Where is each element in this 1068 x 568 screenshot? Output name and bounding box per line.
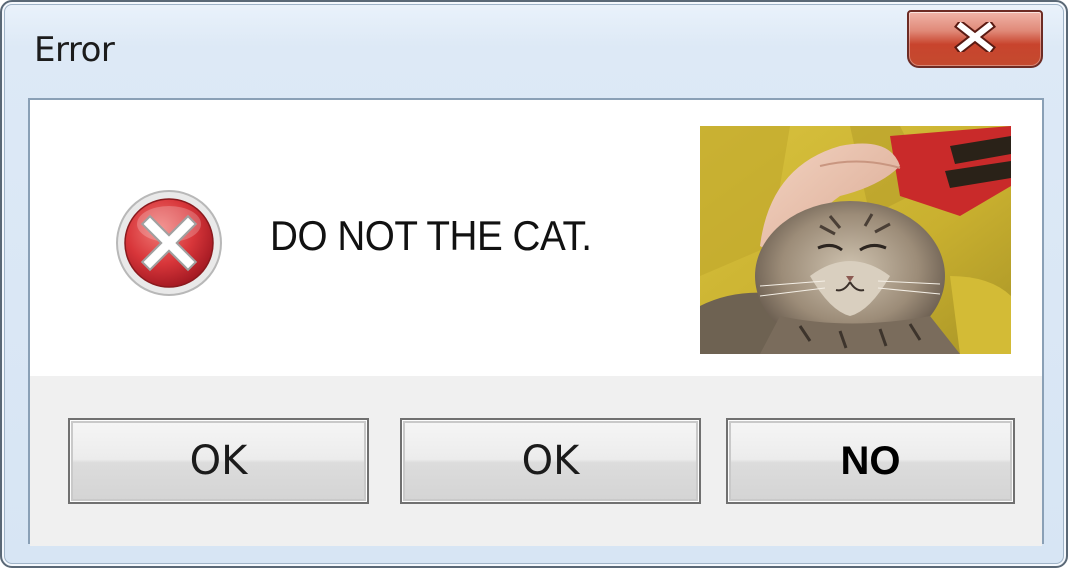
ok-button-2[interactable]: OK (400, 418, 701, 504)
cat-photo (700, 126, 1011, 354)
close-icon (953, 18, 997, 57)
dialog-client-area: DO NOT THE CAT. OK OK NO (28, 98, 1044, 546)
error-dialog-window: Error DO NOT THE CAT. OK OK NO (0, 0, 1068, 568)
ok-button-1-label: OK (189, 438, 248, 484)
close-button[interactable] (907, 10, 1043, 68)
no-button-label: NO (840, 438, 901, 483)
button-bar: OK OK NO (30, 376, 1042, 546)
ok-button-1[interactable]: OK (68, 418, 369, 504)
error-icon (114, 188, 224, 298)
title-bar[interactable]: Error (2, 2, 1066, 98)
message-panel: DO NOT THE CAT. (30, 100, 1042, 376)
error-message: DO NOT THE CAT. (270, 212, 592, 259)
ok-button-2-label: OK (521, 438, 580, 484)
no-button[interactable]: NO (726, 418, 1015, 504)
window-title: Error (34, 30, 115, 70)
